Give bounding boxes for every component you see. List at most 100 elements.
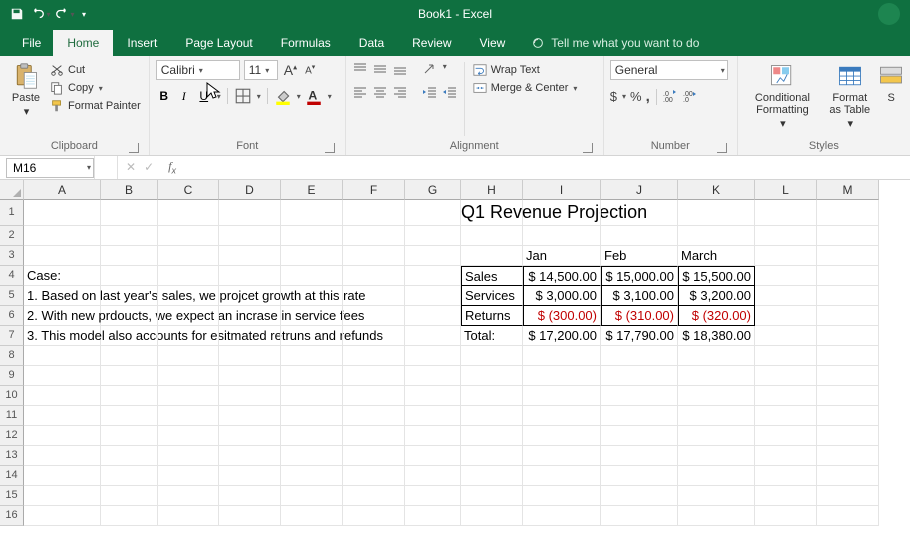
align-left-button[interactable]	[352, 85, 368, 102]
cell[interactable]	[24, 346, 101, 366]
cell[interactable]: $ 3,200.00	[678, 286, 755, 306]
cell[interactable]	[281, 326, 343, 346]
row-header[interactable]: 16	[0, 506, 24, 526]
cell[interactable]	[817, 286, 879, 306]
cell[interactable]	[678, 446, 755, 466]
number-format-combo[interactable]: General▾	[610, 60, 728, 80]
row-header[interactable]: 9	[0, 366, 24, 386]
cell[interactable]: Sales	[461, 266, 523, 286]
row-header[interactable]: 10	[0, 386, 24, 406]
cell[interactable]	[24, 506, 101, 526]
orientation-button[interactable]	[422, 62, 438, 79]
cell[interactable]	[343, 246, 405, 266]
tab-insert[interactable]: Insert	[113, 30, 171, 56]
cell[interactable]	[158, 346, 219, 366]
cell[interactable]	[24, 466, 101, 486]
cell[interactable]	[24, 246, 101, 266]
row-header[interactable]: 5	[0, 286, 24, 306]
tab-file[interactable]: File	[10, 30, 53, 56]
cell[interactable]	[461, 446, 523, 466]
cell[interactable]	[817, 200, 879, 226]
cell[interactable]	[405, 346, 461, 366]
cell[interactable]	[158, 506, 219, 526]
cell[interactable]	[678, 346, 755, 366]
cell[interactable]	[523, 506, 601, 526]
cell[interactable]	[601, 200, 678, 226]
cell[interactable]: $ 3,100.00	[601, 286, 678, 306]
tab-review[interactable]: Review	[398, 30, 465, 56]
cell[interactable]	[755, 286, 817, 306]
cell[interactable]	[281, 286, 343, 306]
cell[interactable]	[405, 246, 461, 266]
cell[interactable]	[219, 466, 281, 486]
cell[interactable]	[405, 426, 461, 446]
cell[interactable]	[405, 366, 461, 386]
cell[interactable]	[101, 446, 158, 466]
cell-styles-button[interactable]: S	[878, 60, 904, 138]
cell[interactable]	[678, 486, 755, 506]
cell[interactable]	[24, 406, 101, 426]
cell[interactable]	[281, 486, 343, 506]
increase-decimal-button[interactable]: .0.00	[663, 88, 679, 105]
row-header[interactable]: 14	[0, 466, 24, 486]
row-header[interactable]: 8	[0, 346, 24, 366]
cell[interactable]	[678, 200, 755, 226]
percent-format-button[interactable]: %	[630, 89, 642, 104]
cell[interactable]	[24, 426, 101, 446]
cell[interactable]	[101, 386, 158, 406]
cell[interactable]	[101, 406, 158, 426]
decrease-font-icon[interactable]: A▾	[303, 63, 317, 76]
copy-button[interactable]: Copy▾	[48, 80, 143, 96]
cell[interactable]	[601, 386, 678, 406]
cell[interactable]	[101, 226, 158, 246]
row-header[interactable]: 15	[0, 486, 24, 506]
cell[interactable]	[158, 426, 219, 446]
fill-color-button[interactable]	[274, 88, 292, 104]
row-header[interactable]: 12	[0, 426, 24, 446]
cell[interactable]	[281, 266, 343, 286]
cell[interactable]	[601, 406, 678, 426]
decrease-decimal-button[interactable]: .00.0	[683, 88, 699, 105]
cell[interactable]	[281, 406, 343, 426]
cell[interactable]	[24, 366, 101, 386]
row-header[interactable]: 7	[0, 326, 24, 346]
cell[interactable]	[24, 386, 101, 406]
row-header[interactable]: 1	[0, 200, 24, 226]
accounting-format-button[interactable]: $	[610, 89, 617, 104]
merge-center-button[interactable]: Merge & Center▾	[471, 80, 580, 96]
cell[interactable]	[158, 306, 219, 326]
cell[interactable]	[219, 200, 281, 226]
cell[interactable]	[678, 506, 755, 526]
cell[interactable]	[101, 426, 158, 446]
cell[interactable]	[523, 200, 601, 226]
alignment-launcher-icon[interactable]	[583, 143, 593, 153]
cell[interactable]	[817, 366, 879, 386]
align-bottom-button[interactable]	[392, 62, 408, 79]
cell[interactable]	[101, 266, 158, 286]
tab-view[interactable]: View	[466, 30, 520, 56]
tab-data[interactable]: Data	[345, 30, 398, 56]
cell[interactable]	[219, 446, 281, 466]
cell[interactable]	[101, 486, 158, 506]
conditional-formatting-button[interactable]: Conditional Formatting▾	[744, 60, 821, 138]
cell[interactable]	[158, 466, 219, 486]
cell[interactable]	[158, 200, 219, 226]
cell[interactable]	[678, 366, 755, 386]
cell[interactable]	[755, 226, 817, 246]
cell[interactable]	[343, 426, 405, 446]
cell[interactable]	[101, 326, 158, 346]
cell[interactable]	[343, 506, 405, 526]
col-header[interactable]: G	[405, 180, 461, 200]
font-color-button[interactable]: A	[305, 88, 323, 104]
font-name-combo[interactable]: Calibri▾	[156, 60, 240, 80]
cell[interactable]	[523, 366, 601, 386]
cell[interactable]	[601, 506, 678, 526]
cell[interactable]	[219, 326, 281, 346]
cell[interactable]	[678, 386, 755, 406]
col-header[interactable]: E	[281, 180, 343, 200]
cell[interactable]	[101, 286, 158, 306]
cell[interactable]	[461, 486, 523, 506]
cell[interactable]	[817, 486, 879, 506]
cell[interactable]	[678, 406, 755, 426]
cell[interactable]	[405, 286, 461, 306]
